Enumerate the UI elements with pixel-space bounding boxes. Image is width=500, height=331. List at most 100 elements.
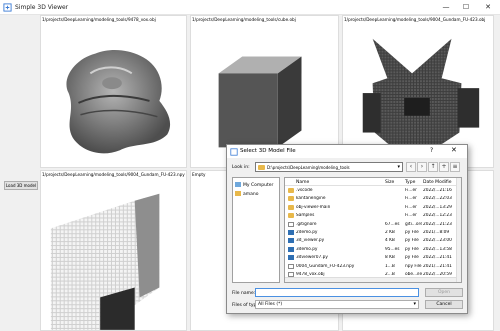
up-arrow-icon: ↑	[430, 163, 436, 170]
file-icon	[288, 221, 294, 227]
python-file-icon	[288, 238, 294, 244]
dialog-titlebar[interactable]: Select 3D Model File ? ✕	[227, 145, 467, 158]
viewport-3-label: 1/projects/DeepLearning/modeling_tools/9…	[344, 17, 486, 22]
vertical-scrollbar[interactable]	[456, 178, 461, 282]
app-icon	[3, 3, 12, 12]
open-button[interactable]: Open	[425, 288, 463, 297]
forward-button[interactable]: ›	[417, 162, 427, 172]
file-row[interactable]: .gitignore 67...es giti...ore 2022/...21:23	[285, 221, 461, 229]
sidebar-item-label: amano	[243, 192, 259, 197]
file-name-label: File name:	[232, 291, 256, 296]
chevron-down-icon: ▾	[413, 301, 416, 307]
file-type: npy File	[405, 263, 422, 269]
new-folder-icon: +	[441, 163, 447, 170]
viewport-2-label: 1/projects/DeepLearning/modeling_tools/c…	[192, 17, 296, 22]
column-date[interactable]: Date Modifie	[423, 180, 452, 185]
file-date: 2022/...22:03	[423, 196, 452, 202]
file-date: 2022/...21:23	[423, 221, 452, 227]
python-file-icon	[288, 230, 294, 235]
file-size: 67...es	[385, 221, 400, 227]
file-row[interactable]: Samples Fi...er 2022/...12:23	[285, 212, 461, 220]
file-size: 4 KB	[385, 238, 395, 244]
file-row[interactable]: obj-viewer-main Fi...er 2022/...13:29	[285, 204, 461, 212]
file-row[interactable]: 3dviewer07.py 8 KB py File 2022/...21:41	[285, 254, 461, 262]
file-type: Fi...er	[405, 204, 417, 210]
file-row[interactable]: kantanengine Fi...er 2022/...22:03	[285, 195, 461, 203]
help-button[interactable]: ?	[430, 147, 433, 154]
look-in-value: D:\projects\DeepLearning\modeling_tools	[267, 165, 350, 170]
file-name: Samples	[296, 213, 315, 219]
file-row[interactable]: .vscode Fi...er 2022/...21:16	[285, 187, 461, 195]
folder-icon	[288, 188, 294, 193]
maximize-button[interactable]: ☐	[458, 0, 474, 15]
back-button[interactable]: ‹	[406, 162, 416, 172]
file-row[interactable]: 2demo.py 2 KB py File 2021/...8:09	[285, 229, 461, 237]
file-type: py File	[405, 246, 419, 252]
column-type[interactable]: Type	[405, 180, 415, 185]
sidebar-item-amano[interactable]: amano	[235, 191, 259, 197]
file-date: 2021/...8:09	[423, 230, 450, 235]
chevron-down-icon: ▾	[397, 164, 400, 170]
file-icon	[288, 263, 294, 269]
close-button[interactable]: ✕	[480, 0, 496, 15]
list-view-button[interactable]: ≡	[450, 162, 460, 172]
file-name: obj-viewer-main	[296, 204, 331, 210]
window-title: Simple 3D Viewer	[15, 4, 69, 11]
forward-arrow-icon: ›	[420, 163, 424, 170]
dialog-app-icon	[230, 148, 238, 156]
file-name-input[interactable]	[255, 288, 419, 297]
left-panel: Load 3D model	[0, 15, 40, 331]
computer-icon	[235, 182, 241, 187]
python-file-icon	[288, 246, 294, 252]
list-view-icon: ≡	[452, 163, 458, 170]
file-row[interactable]: 0004_Gundam_FU-423.npy 1...B npy File 2021/…	[285, 263, 461, 271]
file-name: kantanengine	[296, 196, 326, 202]
file-type: py File	[405, 238, 419, 244]
file-size: 95...es	[385, 246, 400, 252]
dialog-close-button[interactable]: ✕	[451, 146, 457, 154]
file-type: Fi...er	[405, 188, 417, 193]
parent-dir-button[interactable]: ↑	[428, 162, 438, 172]
select-file-dialog[interactable]: Select 3D Model File ? ✕ Look in: D:\pro…	[226, 144, 468, 314]
horizontal-scrollbar[interactable]	[285, 277, 456, 282]
folder-icon	[288, 204, 294, 210]
file-type: Fi...er	[405, 213, 417, 219]
file-type: py File	[405, 230, 419, 235]
file-name: 3d_viewer.py	[296, 238, 325, 244]
column-name[interactable]: Name	[296, 180, 309, 185]
python-file-icon	[288, 255, 294, 261]
minimize-button[interactable]: —	[438, 0, 454, 15]
look-in-combo[interactable]: D:\projects\DeepLearning\modeling_tools …	[255, 162, 403, 172]
files-of-type-value: All Files (*)	[258, 302, 283, 307]
file-name: 2demo.py	[296, 230, 318, 235]
sidebar-item-my-computer[interactable]: My Computer	[235, 182, 273, 188]
file-type: Fi...er	[405, 196, 417, 202]
files-of-type-combo[interactable]: All Files (*) ▾	[255, 300, 419, 309]
file-type: giti...ore	[405, 221, 422, 227]
viewport-4-label: 1/projects/DeepLearning/modeling_tools/9…	[42, 172, 185, 177]
cancel-button[interactable]: Cancel	[425, 300, 463, 309]
new-folder-button[interactable]: +	[439, 162, 449, 172]
viewport-1[interactable]: 1/projects/DeepLearning/modeling_tools/9…	[40, 15, 187, 168]
voxel-render	[50, 193, 160, 330]
file-type: py File	[405, 255, 419, 261]
window-titlebar[interactable]: Simple 3D Viewer — ☐ ✕	[0, 0, 500, 15]
file-name: 0004_Gundam_FU-423.npy	[296, 263, 355, 269]
folder-icon	[258, 165, 265, 170]
column-size[interactable]: Size	[385, 180, 394, 185]
file-row[interactable]: 3demo.py 95...es py File 2022/...13:58	[285, 246, 461, 254]
file-date: 2022/...21:41	[423, 255, 452, 261]
file-date: 2022/...13:58	[423, 246, 452, 252]
folder-icon	[235, 191, 241, 196]
file-name: 3dviewer07.py	[296, 255, 328, 261]
file-date: 2022/...21:16	[423, 188, 452, 193]
folder-icon	[288, 196, 294, 202]
file-size: 8 KB	[385, 255, 395, 261]
file-row[interactable]: 3d_viewer.py 4 KB py File 2022/...23:00	[285, 237, 461, 245]
load-model-button[interactable]: Load 3D model	[4, 181, 38, 190]
file-list-header: Name Size Type Date Modifie	[285, 178, 461, 186]
file-date: 2022/...12:23	[423, 213, 452, 219]
file-date: 2022/...23:00	[423, 238, 452, 244]
viewport-4[interactable]: 1/projects/DeepLearning/modeling_tools/9…	[40, 170, 187, 331]
file-list[interactable]: Name Size Type Date Modifie .vscode Fi...…	[284, 177, 462, 283]
